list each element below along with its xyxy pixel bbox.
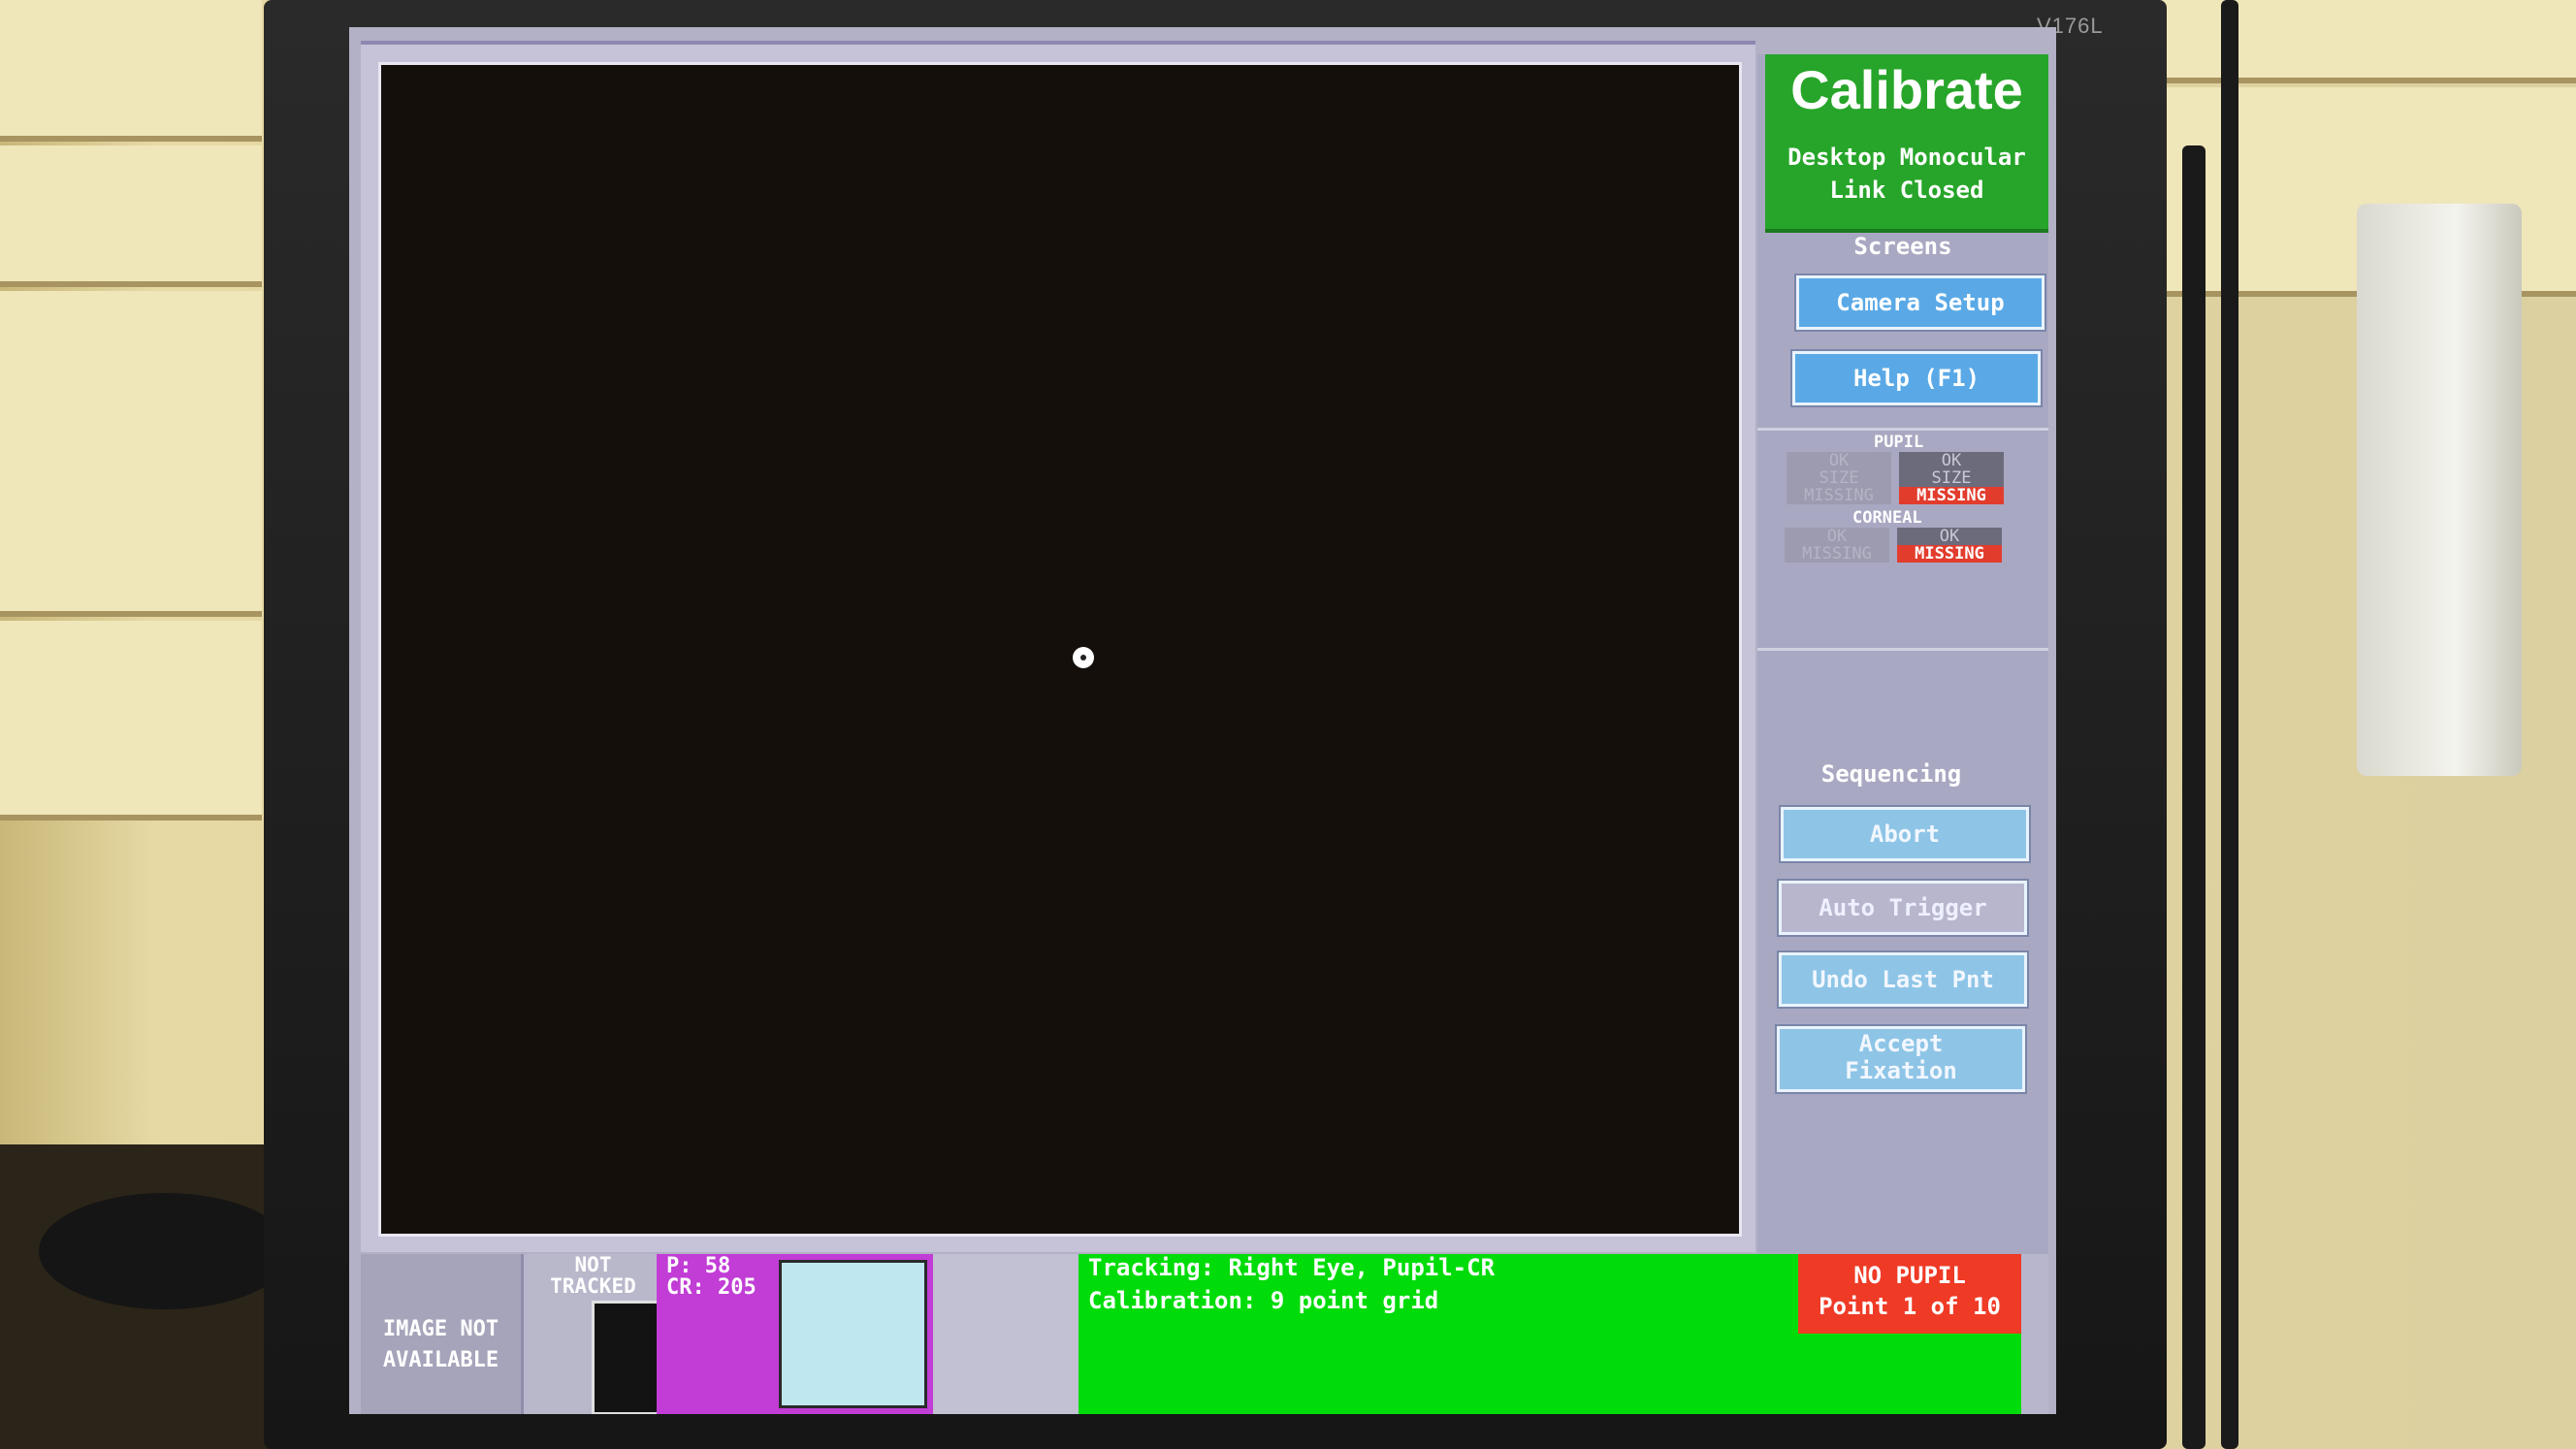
accept-fixation-label-2: Fixation [1845, 1057, 1957, 1084]
pupil-left-size: SIZE [1819, 468, 1859, 488]
screen: Calibrate Desktop Monocular Link Closed … [349, 27, 2056, 1414]
divider [1757, 648, 2048, 651]
image-status-line-1: IMAGE NOT [382, 1317, 499, 1341]
corneal-label: CORNEAL [1852, 508, 1922, 528]
tracking-info: Tracking: Right Eye, Pupil-CR [1088, 1254, 1496, 1281]
wall-tile [0, 291, 262, 617]
no-pupil-warning: NO PUPIL [1853, 1262, 1966, 1289]
sequencing-label: Sequencing [1820, 760, 1962, 788]
wall-device [2357, 204, 2522, 776]
status-bar: IMAGE NOT AVAILABLE NOT TRACKED P: 58 CR… [361, 1254, 2048, 1414]
warning-badge: NO PUPIL Point 1 of 10 [1798, 1254, 2021, 1334]
wall-tile [0, 621, 262, 821]
tracking-status: NOT TRACKED [528, 1254, 659, 1297]
tracking-status-line-1: NOT [574, 1253, 612, 1276]
corneal-left-missing: MISSING [1802, 544, 1872, 564]
pupil-left-missing: MISSING [1804, 486, 1874, 505]
wall-tile [0, 145, 262, 287]
link-status: Link Closed [1829, 177, 1984, 204]
corneal-status-left: OK MISSING [1785, 528, 1889, 563]
pupil-status-left: OK SIZE MISSING [1787, 452, 1891, 504]
image-status-line-2: AVAILABLE [382, 1348, 499, 1372]
calibration-info: Calibration: 9 point grid [1088, 1287, 1439, 1314]
tracking-status-line-2: TRACKED [550, 1274, 636, 1298]
pupil-right-ok: OK [1899, 452, 2004, 469]
pupil-right-size: SIZE [1899, 469, 2004, 487]
pupil-right-missing: MISSING [1899, 487, 2004, 504]
calibration-target [1073, 647, 1094, 668]
tracker-mode: Desktop Monocular [1787, 144, 2026, 171]
accept-fixation-label-1: Accept [1858, 1030, 1944, 1057]
help-button[interactable]: Help (F1) [1792, 351, 2041, 405]
tracking-status-panel: NOT TRACKED [528, 1254, 712, 1414]
corneal-status-right: OK MISSING [1897, 528, 2002, 563]
accept-fixation-button[interactable]: Accept Fixation [1777, 1026, 2025, 1092]
pupil-label: PUPIL [1874, 433, 1924, 452]
cable [2221, 0, 2238, 1449]
corneal-left-ok: OK [1826, 527, 1848, 546]
title-block: Calibrate Desktop Monocular Link Closed [1765, 54, 2048, 233]
wall-tile [0, 0, 262, 142]
image-status-panel: IMAGE NOT AVAILABLE [361, 1254, 524, 1414]
spacer-panel [933, 1254, 1079, 1414]
camera-setup-button[interactable]: Camera Setup [1796, 275, 2045, 330]
point-counter: Point 1 of 10 [1819, 1293, 2001, 1320]
threshold-panel: P: 58 CR: 205 [657, 1254, 773, 1414]
camera-thumbnail [779, 1260, 927, 1408]
divider [1757, 428, 2048, 431]
image-status: IMAGE NOT AVAILABLE [361, 1314, 521, 1376]
calibration-target-center [1080, 655, 1086, 660]
control-panel: Calibrate Desktop Monocular Link Closed … [1757, 54, 2048, 1267]
pupil-status-right: OK SIZE MISSING [1899, 452, 2004, 504]
panel-title: Calibrate [1790, 59, 2023, 120]
corneal-right-missing: MISSING [1897, 545, 2002, 563]
pupil-left-ok: OK [1828, 451, 1850, 470]
display-frame [361, 41, 1755, 1252]
undo-last-point-button[interactable]: Undo Last Pnt [1779, 952, 2027, 1007]
cable [2182, 145, 2206, 1449]
cr-threshold: CR: 205 [666, 1275, 757, 1300]
info-panel: Tracking: Right Eye, Pupil-CR Calibratio… [1079, 1254, 1806, 1414]
calibration-display[interactable] [378, 62, 1742, 1237]
lamp-base [39, 1193, 291, 1309]
corneal-right-ok: OK [1897, 528, 2002, 545]
info-panel-fill [1798, 1334, 2021, 1414]
screens-label: Screens [1853, 233, 1952, 260]
camera-thumbnail-panel [773, 1254, 933, 1414]
auto-trigger-button[interactable]: Auto Trigger [1779, 881, 2027, 935]
abort-button[interactable]: Abort [1781, 807, 2029, 861]
